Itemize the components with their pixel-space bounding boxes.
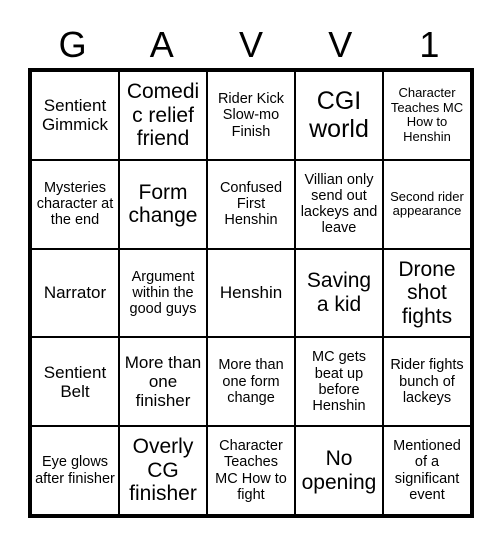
bingo-cell[interactable]: Eye glows after finisher bbox=[32, 427, 118, 514]
bingo-cell-label: Eye glows after finisher bbox=[35, 454, 115, 487]
bingo-cell[interactable]: Confused First Henshin bbox=[208, 160, 294, 248]
bingo-cell[interactable]: Character Teaches MC How to fight bbox=[208, 427, 294, 514]
bingo-cell[interactable]: Rider fights bunch of lackeys bbox=[384, 338, 470, 426]
bingo-cell-label: Villian only send out lackeys and leave bbox=[300, 171, 378, 237]
bingo-cell-label: Confused First Henshin bbox=[219, 179, 283, 229]
bingo-cell-label: MC gets beat up before Henshin bbox=[312, 349, 366, 415]
bingo-cell[interactable]: Narrator bbox=[32, 249, 118, 337]
bingo-cell[interactable]: Argument within the good guys bbox=[120, 249, 206, 337]
bingo-cell-label: Form change bbox=[128, 180, 198, 228]
bingo-cell-label: More than one form change bbox=[218, 357, 284, 406]
bingo-cell[interactable]: Saving a kid bbox=[296, 249, 382, 337]
bingo-header-letter-2: A bbox=[149, 24, 174, 65]
bingo-header-letter-3: V bbox=[239, 24, 264, 65]
bingo-cell[interactable]: Comedic relief friend bbox=[120, 72, 206, 159]
bingo-cell[interactable]: Mysteries character at the end bbox=[32, 160, 118, 248]
bingo-grid: Sentient Gimmick Comedic relief friend R… bbox=[28, 68, 474, 518]
bingo-cell[interactable]: MC gets beat up before Henshin bbox=[296, 338, 382, 426]
bingo-header-letter-1: G bbox=[58, 24, 87, 65]
bingo-cell-label: Rider Kick Slow-mo Finish bbox=[217, 91, 285, 140]
bingo-header-row: G A V V 1 bbox=[28, 22, 474, 68]
bingo-cell[interactable]: CGI world bbox=[296, 72, 382, 159]
bingo-cell[interactable]: Character Teaches MC How to Henshin bbox=[384, 72, 470, 159]
bingo-cell-label: Narrator bbox=[43, 283, 107, 303]
bingo-cell-label: Mysteries character at the end bbox=[36, 179, 114, 229]
bingo-cell-label: No opening bbox=[301, 447, 377, 494]
bingo-cell[interactable]: Henshin bbox=[208, 249, 294, 337]
bingo-cell[interactable]: More than one form change bbox=[208, 338, 294, 426]
bingo-cell-label: Saving a kid bbox=[306, 269, 372, 316]
bingo-cell-label: Character Teaches MC How to Henshin bbox=[390, 85, 464, 144]
bingo-cell[interactable]: Mentioned of a significant event bbox=[384, 427, 470, 514]
bingo-cell-label: Argument within the good guys bbox=[129, 268, 197, 318]
bingo-cell-label: Rider fights bunch of lackeys bbox=[390, 357, 464, 406]
bingo-cell-label: Comedic relief friend bbox=[126, 80, 200, 151]
bingo-cell[interactable]: No opening bbox=[296, 427, 382, 514]
bingo-cell[interactable]: Drone shot fights bbox=[384, 249, 470, 337]
bingo-cell-label: Sentient Belt bbox=[43, 362, 107, 401]
bingo-cell[interactable]: Sentient Belt bbox=[32, 338, 118, 426]
bingo-cell[interactable]: Second rider appearance bbox=[384, 160, 470, 248]
bingo-cell[interactable]: Villian only send out lackeys and leave bbox=[296, 160, 382, 248]
bingo-cell-label: Overly CG finisher bbox=[129, 435, 197, 506]
bingo-cell[interactable]: Overly CG finisher bbox=[120, 427, 206, 514]
bingo-card: G A V V 1 Sentient Gimmick Comedic relie… bbox=[0, 0, 501, 544]
bingo-cell-label: Sentient Gimmick bbox=[41, 96, 109, 135]
bingo-cell-label: Henshin bbox=[219, 283, 283, 303]
bingo-header-letter-5: 1 bbox=[419, 24, 440, 65]
bingo-cell-label: More than one finisher bbox=[124, 353, 202, 411]
bingo-cell-label: Second rider appearance bbox=[390, 188, 464, 219]
bingo-header-letter-4: V bbox=[328, 24, 353, 65]
bingo-cell-label: CGI world bbox=[309, 87, 369, 144]
bingo-cell-label: Drone shot fights bbox=[398, 257, 456, 328]
bingo-cell[interactable]: Form change bbox=[120, 160, 206, 248]
bingo-cell[interactable]: Sentient Gimmick bbox=[32, 72, 118, 159]
bingo-cell[interactable]: More than one finisher bbox=[120, 338, 206, 426]
bingo-cell-label: Mentioned of a significant event bbox=[393, 438, 461, 503]
bingo-cell-label: Character Teaches MC How to fight bbox=[215, 438, 287, 503]
bingo-cell[interactable]: Rider Kick Slow-mo Finish bbox=[208, 72, 294, 159]
